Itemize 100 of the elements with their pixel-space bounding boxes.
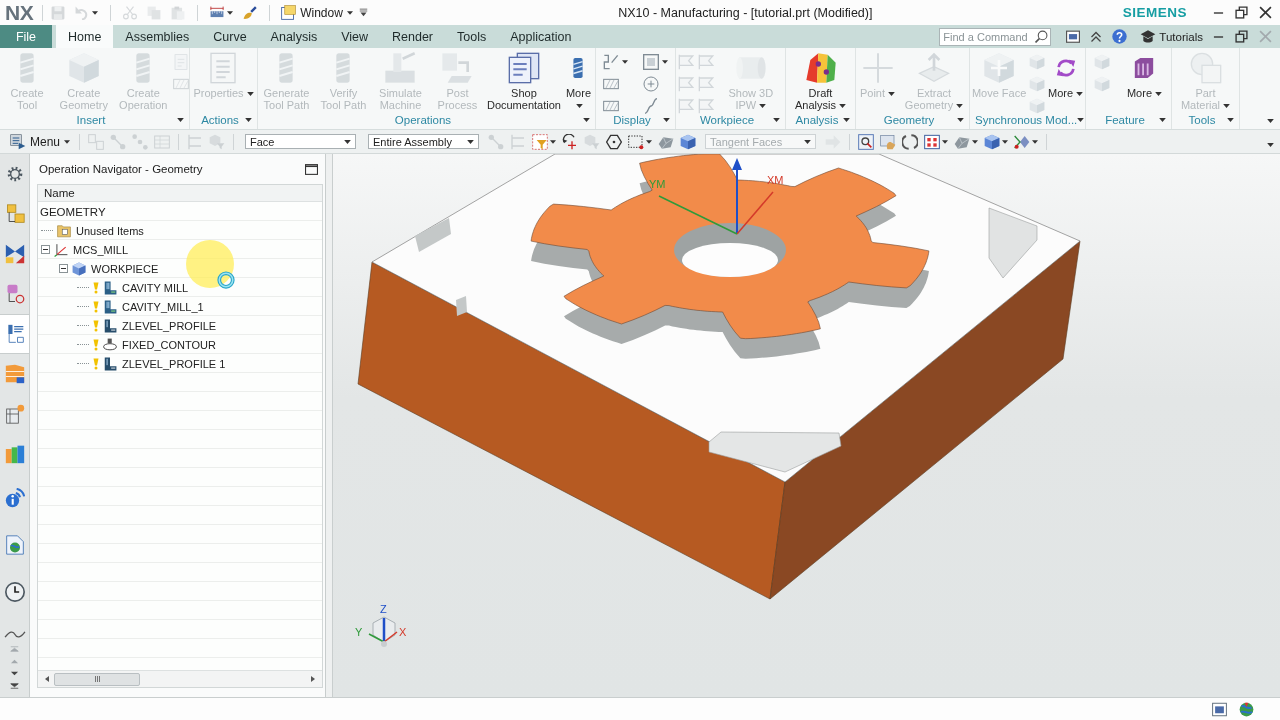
caret-icon[interactable] [1077, 118, 1085, 122]
tree-item[interactable]: Unused Items [38, 221, 322, 240]
fullscreen-icon[interactable] [1212, 701, 1227, 717]
group-label: Feature [1104, 114, 1146, 126]
color-surface-icon [804, 52, 837, 84]
caret-down-icon[interactable] [10, 671, 19, 676]
zoom-icon[interactable] [858, 133, 875, 150]
tree-item[interactable]: WORKPIECE [38, 259, 322, 278]
monitor-icon[interactable] [1066, 29, 1081, 44]
hexagon-icon[interactable] [606, 133, 623, 150]
ribbon-tab[interactable]: Application [498, 25, 584, 48]
cutter-step-icon [103, 356, 117, 371]
caret-icon[interactable] [972, 139, 979, 144]
part-tree-icon [4, 284, 25, 304]
view-triad[interactable] [368, 616, 398, 647]
caret-icon [64, 139, 71, 144]
caret-icon[interactable] [1267, 143, 1274, 147]
paintbrush-icon[interactable] [243, 5, 258, 20]
cube-icon[interactable] [984, 133, 1001, 150]
menu-button[interactable]: Menu [6, 133, 75, 150]
restore-icon[interactable] [1235, 30, 1248, 43]
ruler-icon[interactable] [210, 5, 225, 20]
scroll-thumb[interactable] [54, 672, 140, 686]
search-icon[interactable] [1035, 30, 1049, 43]
ribbon-button[interactable]: Shop Documentation [485, 52, 562, 111]
tree-item[interactable]: CAVITY_MILL_1 [38, 297, 322, 316]
close-icon[interactable] [1259, 6, 1272, 19]
layout-grid-icon[interactable] [924, 133, 941, 150]
caret-icon[interactable] [663, 118, 670, 122]
ribbon-button[interactable]: Draft Analysis [788, 52, 853, 111]
axis-label: Z [380, 603, 387, 615]
stacked-blocks-icon [4, 364, 25, 384]
command-search-field[interactable]: Find a Command [939, 27, 1052, 46]
hatched-rectangle-icon[interactable] [603, 76, 620, 92]
restore-icon[interactable] [1235, 6, 1248, 19]
ribbon-tab[interactable]: Render [380, 25, 446, 48]
group-label: Actions [200, 114, 240, 126]
cube-arrows-icon [983, 52, 1016, 84]
ribbon-button[interactable]: More [561, 52, 595, 111]
caret-icon[interactable] [661, 60, 668, 64]
customize-icon[interactable] [358, 8, 368, 17]
scroll-right-icon[interactable] [310, 676, 316, 682]
crosshair-arrow-icon[interactable] [562, 133, 579, 150]
caret-icon[interactable] [1227, 118, 1234, 122]
scroll-left-icon[interactable] [44, 676, 50, 682]
ribbon-button[interactable]: More [1125, 52, 1163, 99]
circle-plus-icon[interactable] [642, 76, 659, 92]
tree-item[interactable]: GEOMETRY [38, 202, 322, 221]
tree-item[interactable]: FIXED_CONTOUR [38, 335, 322, 354]
horizontal-scrollbar[interactable] [38, 670, 322, 687]
caret-icon[interactable] [177, 118, 184, 122]
collapse-icon[interactable] [41, 245, 50, 254]
caret-icon[interactable] [1032, 139, 1039, 144]
caret-icon[interactable] [773, 118, 780, 122]
minimize-icon[interactable] [1213, 11, 1224, 14]
ribbon-tab[interactable]: View [329, 25, 381, 48]
ribbon-tab[interactable]: Analysis [258, 25, 330, 48]
group-label: Workpiece [698, 114, 756, 126]
tree-item[interactable]: CAVITY MILL [38, 278, 322, 297]
globe-icon[interactable] [1239, 701, 1254, 717]
caret-icon[interactable] [550, 139, 557, 144]
minimize-icon[interactable] [1213, 35, 1224, 38]
hatched-rectangle-icon[interactable] [603, 98, 620, 114]
cutter-pocket-icon [103, 280, 117, 295]
caret-down-bar-icon[interactable] [10, 683, 19, 689]
caret-icon[interactable] [245, 118, 252, 122]
tutorials-button[interactable]: Tutorials [1138, 25, 1205, 48]
caret-icon[interactable] [942, 139, 949, 144]
collapse-icon[interactable] [59, 264, 68, 273]
dashed-rectangle-icon[interactable] [628, 133, 645, 150]
view-orientation-icon[interactable] [1014, 133, 1031, 150]
tree-item[interactable]: MCS_MILL [38, 240, 322, 259]
column-header[interactable]: Name [38, 187, 81, 199]
caret-icon[interactable] [227, 10, 234, 15]
rotate-icon[interactable] [902, 133, 919, 150]
caret-icon[interactable] [843, 118, 850, 122]
caret-icon[interactable] [622, 60, 629, 64]
ribbon-tab[interactable]: Tools [445, 25, 499, 48]
help-icon[interactable] [1112, 29, 1128, 44]
tree-item[interactable]: ZLEVEL_PROFILE 1 [38, 354, 322, 373]
ribbon-button[interactable]: More [1047, 52, 1085, 99]
tree-item[interactable]: ZLEVEL_PROFILE [38, 316, 322, 335]
caret-icon[interactable] [1267, 119, 1274, 123]
caret-icon[interactable] [583, 118, 590, 122]
caret-icon[interactable] [1159, 118, 1166, 122]
cube-icon[interactable] [680, 133, 697, 150]
maximize-icon[interactable] [305, 162, 318, 176]
filter-dropdown[interactable]: Entire Assembly [368, 134, 480, 149]
ribbon-tab[interactable]: Home [56, 25, 114, 48]
ribbon-tab[interactable]: Assemblies [113, 25, 202, 48]
ribbon-tab[interactable]: File [0, 25, 52, 48]
chevron-up-icon[interactable] [1090, 30, 1103, 43]
caret-icon[interactable] [957, 118, 964, 122]
window-menu[interactable]: Window [279, 5, 355, 20]
resource-tab[interactable] [0, 314, 29, 354]
ribbon-tab[interactable]: Curve [201, 25, 259, 48]
caret-icon[interactable] [1002, 139, 1009, 144]
filter-dropdown[interactable]: Face [245, 134, 357, 149]
group-label: Insert [75, 114, 107, 126]
caret-icon[interactable] [646, 139, 653, 144]
